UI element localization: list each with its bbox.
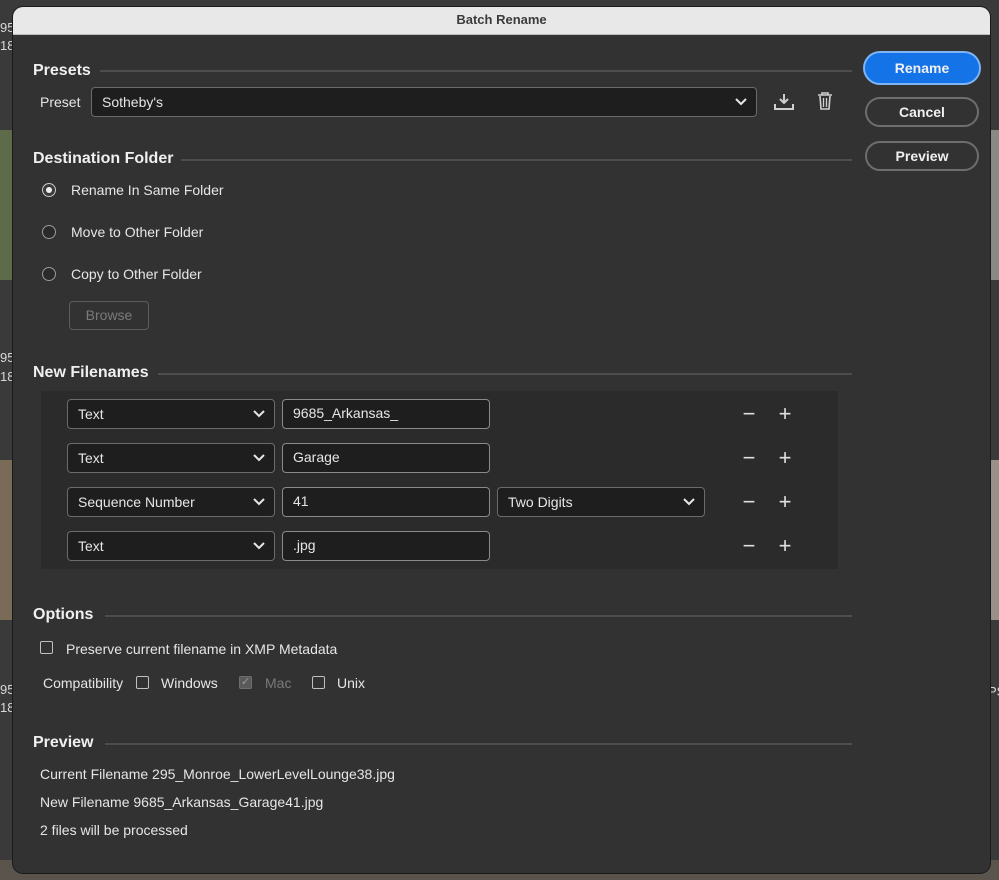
section-divider [105, 615, 852, 617]
destination-section-title: Destination Folder [33, 150, 174, 167]
element-type-value: Sequence Number [78, 494, 195, 510]
filename-element-text-field[interactable]: .jpg [282, 531, 490, 561]
new-filename-text: New Filename 9685_Arkansas_Garage41.jpg [40, 794, 324, 810]
element-type-value: Text [78, 406, 104, 422]
section-divider [105, 743, 852, 745]
filename-element-type-dropdown[interactable]: Sequence Number [67, 487, 275, 517]
chevron-down-icon [735, 98, 747, 106]
copy-other-folder-label: Copy to Other Folder [71, 266, 202, 282]
preserve-filename-label: Preserve current filename in XMP Metadat… [66, 641, 338, 657]
add-element-button[interactable]: + [775, 447, 795, 469]
filename-element-text-field[interactable]: 9685_Arkansas_ [282, 399, 490, 429]
remove-element-button[interactable]: − [739, 491, 759, 513]
windows-checkbox[interactable] [136, 676, 149, 689]
background-thumbnail [0, 130, 13, 280]
unix-checkbox[interactable] [312, 676, 325, 689]
sequence-format-value: Two Digits [508, 494, 573, 510]
new-filenames-section-title: New Filenames [33, 364, 149, 381]
section-divider [100, 70, 852, 72]
preset-label: Preset [40, 94, 81, 110]
section-divider [181, 159, 852, 161]
batch-rename-dialog: Batch Rename Rename Cancel Preview Prese… [13, 7, 990, 873]
presets-section-title: Presets [33, 62, 91, 79]
files-processed-text: 2 files will be processed [40, 822, 188, 838]
preserve-filename-checkbox[interactable] [40, 641, 53, 654]
current-filename-text: Current Filename 295_Monroe_LowerLevelLo… [40, 766, 395, 782]
add-element-button[interactable]: + [775, 535, 795, 557]
filename-element-type-dropdown[interactable]: Text [67, 399, 275, 429]
element-type-value: Text [78, 538, 104, 554]
remove-element-button[interactable]: − [739, 535, 759, 557]
chevron-down-icon [253, 454, 265, 462]
filename-element-text-field[interactable]: Garage [282, 443, 490, 473]
windows-label: Windows [161, 675, 218, 691]
mac-label: Mac [265, 675, 292, 691]
save-preset-icon[interactable] [773, 92, 795, 112]
background-thumbnail [990, 460, 999, 620]
section-divider [158, 373, 852, 375]
element-type-value: Text [78, 450, 104, 466]
chevron-down-icon [683, 498, 695, 506]
background-thumbnail [0, 460, 13, 620]
window-title: Batch Rename [13, 7, 990, 35]
trash-icon[interactable] [817, 92, 833, 110]
preview-section-title: Preview [33, 734, 94, 751]
rename-same-folder-label: Rename In Same Folder [71, 182, 224, 198]
filename-element-type-dropdown[interactable]: Text [67, 443, 275, 473]
browse-button[interactable]: Browse [69, 301, 149, 330]
preview-button[interactable]: Preview [865, 141, 979, 171]
rename-button[interactable]: Rename [865, 53, 979, 83]
move-other-folder-label: Move to Other Folder [71, 224, 204, 240]
add-element-button[interactable]: + [775, 491, 795, 513]
move-other-folder-radio[interactable] [42, 225, 56, 239]
rename-same-folder-radio[interactable] [42, 183, 56, 197]
copy-other-folder-radio[interactable] [42, 267, 56, 281]
add-element-button[interactable]: + [775, 403, 795, 425]
chevron-down-icon [253, 498, 265, 506]
options-section-title: Options [33, 606, 94, 623]
sequence-start-field[interactable]: 41 [282, 487, 490, 517]
remove-element-button[interactable]: − [739, 447, 759, 469]
background-thumbnail [990, 130, 999, 280]
filename-element-type-dropdown[interactable]: Text [67, 531, 275, 561]
mac-checkbox: ✓ [239, 676, 252, 689]
chevron-down-icon [253, 542, 265, 550]
sequence-format-dropdown[interactable]: Two Digits [497, 487, 705, 517]
checkmark-icon: ✓ [241, 676, 251, 688]
preset-dropdown[interactable]: Sotheby's [91, 87, 757, 117]
cancel-button[interactable]: Cancel [865, 97, 979, 127]
preset-value: Sotheby's [102, 94, 164, 110]
remove-element-button[interactable]: − [739, 403, 759, 425]
compatibility-label: Compatibility [43, 675, 124, 691]
unix-label: Unix [337, 675, 366, 691]
chevron-down-icon [253, 410, 265, 418]
